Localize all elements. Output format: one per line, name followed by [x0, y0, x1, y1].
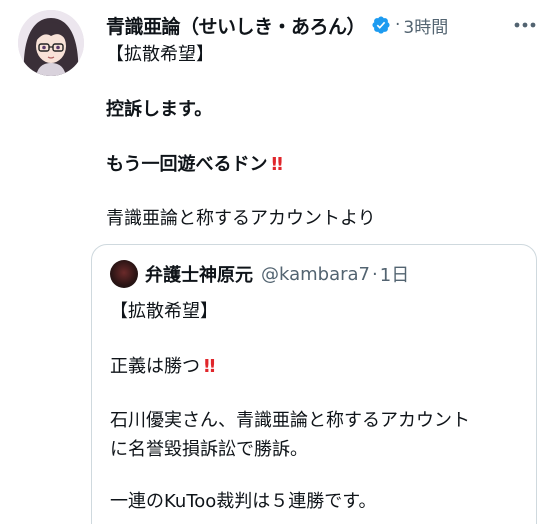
quoted-tweet-timestamp: 1日 — [379, 265, 410, 286]
tweet-header: 青識亜論（せいしき・あろん） · 3時間 — [106, 10, 448, 40]
tweet-text-line: 【拡散希望】 — [106, 44, 214, 65]
quoted-text-line-with-emoji: 正義は勝つ ‼ — [110, 354, 215, 380]
quoted-text-line: 【拡散希望】 — [110, 301, 218, 322]
anime-girl-avatar-image — [18, 10, 84, 76]
quoted-header-separator: · — [372, 263, 378, 285]
quoted-author-handle: @kambara7 — [261, 263, 371, 285]
quoted-text: 正義は勝つ — [110, 356, 200, 377]
quoted-author-display-name: 弁護士神原元 — [145, 265, 253, 286]
tweet: 青識亜論（せいしき・あろん） · 3時間 【拡散希望】 控訴します。 もう一回遊… — [0, 0, 552, 524]
tweet-text-line: 青識亜論と称するアカウントより — [106, 208, 376, 229]
author-display-name[interactable]: 青識亜論（せいしき・あろん） — [106, 12, 366, 39]
double-exclamation-icon: ‼ — [204, 356, 215, 377]
quoted-tweet[interactable]: 弁護士神原元 @kambara7 · 1日 【拡散希望】 正義は勝つ ‼ 石川優実… — [91, 244, 537, 524]
tweet-text: もう一回遊べるドン — [106, 154, 268, 175]
quoted-text-line: 一連のKuToo裁判は５連勝です。 — [110, 491, 377, 512]
tweet-text-line-with-emoji: もう一回遊べるドン ‼ — [106, 152, 283, 178]
quoted-text-line: 石川優実さん、青識亜論と称するアカウント — [110, 410, 470, 431]
header-separator: · — [395, 15, 401, 35]
quoted-author-avatar[interactable] — [110, 260, 138, 288]
more-dots-icon[interactable] — [510, 14, 540, 36]
author-avatar[interactable] — [18, 10, 84, 76]
tweet-text-line: 控訴します。 — [106, 99, 213, 120]
tweet-timestamp[interactable]: 3時間 — [403, 13, 448, 38]
quoted-text-line: に名誉毀損訴訟で勝訴。 — [110, 439, 308, 460]
quoted-tweet-header: 弁護士神原元 @kambara7 · 1日 — [145, 259, 409, 289]
verified-badge-icon — [371, 15, 391, 35]
double-exclamation-icon: ‼ — [271, 154, 282, 175]
